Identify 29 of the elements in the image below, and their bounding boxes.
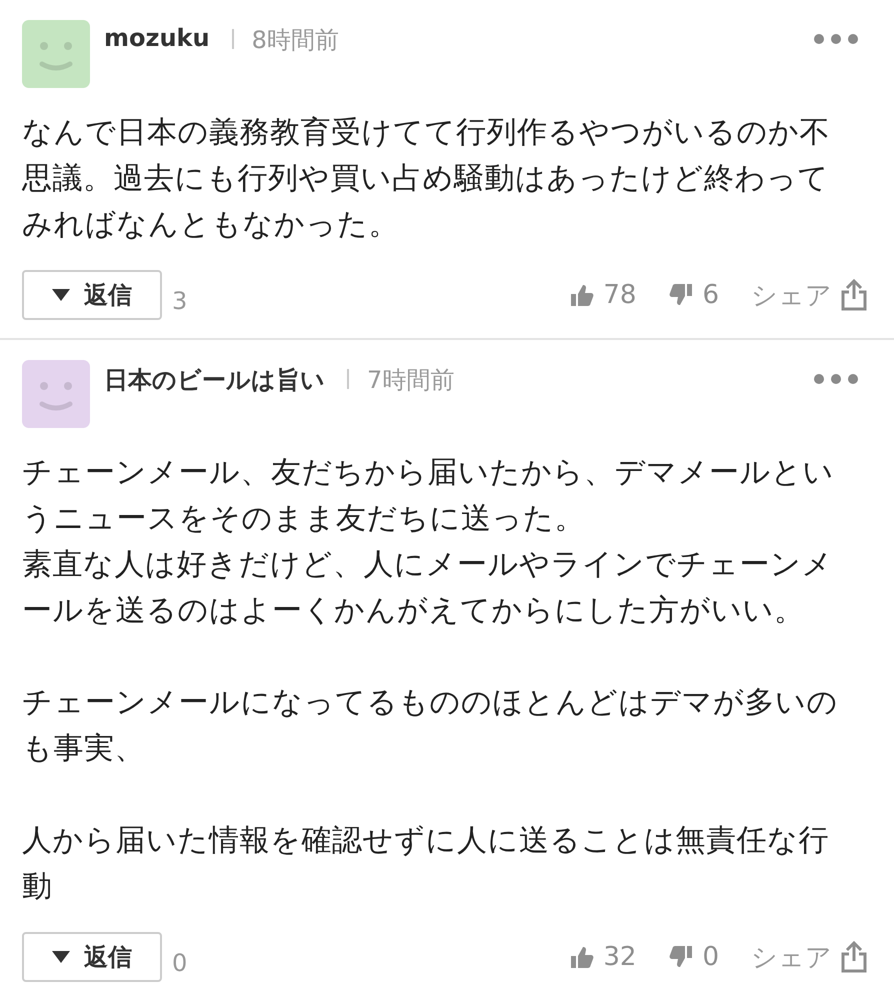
reply-count: 3 — [172, 287, 188, 315]
more-icon[interactable] — [814, 34, 858, 44]
comment-text: なんで日本の義務教育受けてて行列作るやつがいるのか不思議。過去にも行列や買い占め騒動はあったけど終わってみればなんともなかった。 — [22, 114, 831, 244]
caret-icon — [52, 289, 70, 301]
dislike-count: 0 — [702, 942, 719, 972]
comment-text: チェーンメール、友だちから届いたから、デマメールというニュースをそのまま友だちに送った。 — [22, 454, 835, 538]
comment-text: 素直な人は好きだけど、人にメールやラインでチェーンメールを送るのはよーくかんがえてからにした方がいい。 — [22, 546, 834, 630]
reply-count: 0 — [172, 949, 188, 977]
avatar-icon — [22, 20, 90, 88]
like-count: 32 — [603, 942, 636, 972]
timestamp: 8時間前 — [252, 25, 339, 56]
author-name: mozuku — [104, 24, 210, 52]
thumbs-up-icon[interactable] — [569, 282, 596, 308]
reply-button[interactable]: 返信 — [22, 932, 162, 982]
dislike-count: 6 — [702, 280, 719, 310]
author-name: 日本のビールは旨い — [104, 365, 325, 396]
comment-text: 人から届いた情報を確認せずに人に送ることは無責任な行動 — [22, 822, 830, 906]
comment-text: チェーンメールになってるもののほとんどはデマが多いのも事実、 — [22, 684, 839, 768]
avatar-icon — [22, 360, 90, 428]
share-icon — [840, 941, 868, 973]
like-count: 78 — [603, 280, 636, 310]
thumbs-down-icon[interactable] — [668, 944, 694, 970]
thumbs-up-icon[interactable] — [569, 944, 596, 970]
more-icon[interactable] — [814, 374, 858, 384]
caret-icon — [52, 951, 70, 963]
reply-button[interactable]: 返信 — [22, 270, 162, 320]
share-icon — [840, 279, 868, 311]
thumbs-down-icon[interactable] — [668, 282, 694, 308]
timestamp: 7時間前 — [367, 365, 454, 396]
